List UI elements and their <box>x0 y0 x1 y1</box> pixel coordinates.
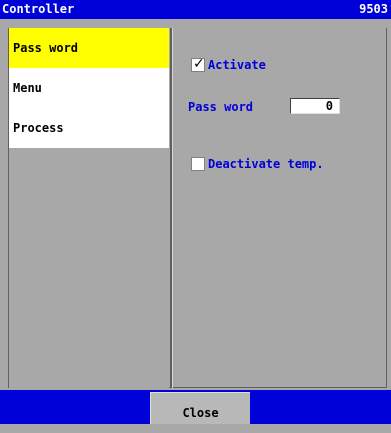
menu-item-pass-word[interactable]: Pass word <box>9 28 169 68</box>
window-code: 9503 <box>359 2 388 16</box>
deactivate-temp-label: Deactivate temp. <box>208 157 324 171</box>
frame-right-edge <box>386 28 387 388</box>
title-bar: Controller 9503 <box>0 0 391 19</box>
settings-panel <box>173 28 386 388</box>
menu-item-process[interactable]: Process <box>9 108 169 148</box>
menu-panel: Pass word Menu Process <box>9 28 169 388</box>
menu-item-menu[interactable]: Menu <box>9 68 169 108</box>
window-title: Controller <box>2 2 75 16</box>
password-field[interactable]: 0 <box>290 98 340 114</box>
password-label: Pass word <box>188 100 254 114</box>
deactivate-temp-checkbox[interactable] <box>191 157 205 171</box>
close-button[interactable]: Close <box>150 392 250 424</box>
activate-checkbox[interactable]: ✓ <box>191 56 205 72</box>
activate-label: Activate <box>208 58 266 72</box>
checkmark-icon: ✓ <box>193 56 205 72</box>
